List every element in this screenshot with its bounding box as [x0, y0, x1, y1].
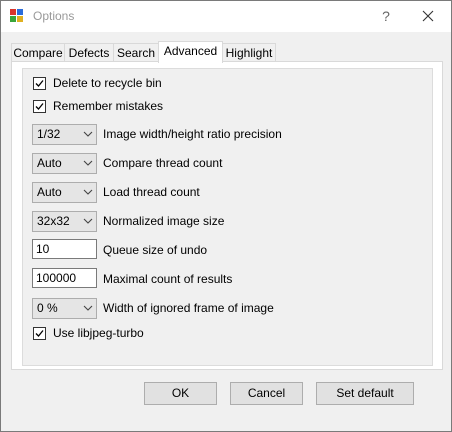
ignored-frame-width-select[interactable]: 0 %	[32, 298, 97, 319]
window-title: Options	[33, 9, 75, 23]
max-results-input[interactable]: 100000	[32, 268, 97, 288]
delete-to-recycle-bin-checkbox[interactable]	[33, 77, 46, 90]
set-default-button[interactable]: Set default	[316, 382, 414, 405]
tab-highlight[interactable]: Highlight	[222, 43, 276, 62]
ignored-frame-width-value: 0 %	[37, 301, 58, 315]
app-icon	[10, 9, 24, 23]
checkmark-icon	[35, 103, 44, 110]
checkmark-icon	[35, 80, 44, 87]
tab-compare[interactable]: Compare	[11, 43, 65, 62]
compare-thread-count-value: Auto	[37, 156, 62, 170]
chevron-down-icon	[83, 189, 93, 195]
use-libjpeg-turbo-checkbox[interactable]	[33, 327, 46, 340]
load-thread-count-value: Auto	[37, 185, 62, 199]
close-button[interactable]	[417, 5, 439, 27]
chevron-down-icon	[83, 160, 93, 166]
ignored-frame-width-label: Width of ignored frame of image	[103, 301, 274, 315]
normalized-image-size-select[interactable]: 32x32	[32, 211, 97, 232]
tab-search[interactable]: Search	[113, 43, 159, 62]
remember-mistakes-label: Remember mistakes	[53, 99, 164, 113]
chevron-down-icon	[83, 131, 93, 137]
advanced-settings-group: Delete to recycle bin Remember mistakes …	[22, 68, 433, 366]
undo-queue-size-label: Queue size of undo	[103, 243, 208, 257]
delete-to-recycle-bin-label: Delete to recycle bin	[53, 76, 162, 90]
undo-queue-size-value: 10	[36, 242, 50, 256]
ratio-precision-label: Image width/height ratio precision	[103, 127, 282, 141]
checkmark-icon	[35, 330, 44, 337]
load-thread-count-select[interactable]: Auto	[32, 182, 97, 203]
tab-defects[interactable]: Defects	[64, 43, 114, 62]
chevron-down-icon	[83, 305, 93, 311]
cancel-button[interactable]: Cancel	[230, 382, 303, 405]
ratio-precision-value: 1/32	[37, 127, 61, 141]
normalized-image-size-label: Normalized image size	[103, 214, 225, 228]
tab-advanced[interactable]: Advanced	[158, 41, 223, 63]
advanced-tab-panel: Delete to recycle bin Remember mistakes …	[11, 61, 443, 370]
title-bar: Options ?	[1, 1, 451, 32]
compare-thread-count-select[interactable]: Auto	[32, 153, 97, 174]
use-libjpeg-turbo-label: Use libjpeg-turbo	[53, 326, 144, 340]
close-icon	[422, 10, 434, 22]
normalized-image-size-value: 32x32	[37, 214, 70, 228]
ok-button[interactable]: OK	[144, 382, 217, 405]
compare-thread-count-label: Compare thread count	[103, 156, 223, 170]
max-results-value: 100000	[36, 271, 77, 285]
ratio-precision-select[interactable]: 1/32	[32, 124, 97, 145]
undo-queue-size-input[interactable]: 10	[32, 239, 97, 259]
options-dialog: Options ? Compare Defects Search Advance…	[0, 0, 452, 432]
load-thread-count-label: Load thread count	[103, 185, 200, 199]
max-results-label: Maximal count of results	[103, 272, 233, 286]
chevron-down-icon	[83, 218, 93, 224]
remember-mistakes-checkbox[interactable]	[33, 100, 46, 113]
help-button[interactable]: ?	[377, 5, 395, 27]
